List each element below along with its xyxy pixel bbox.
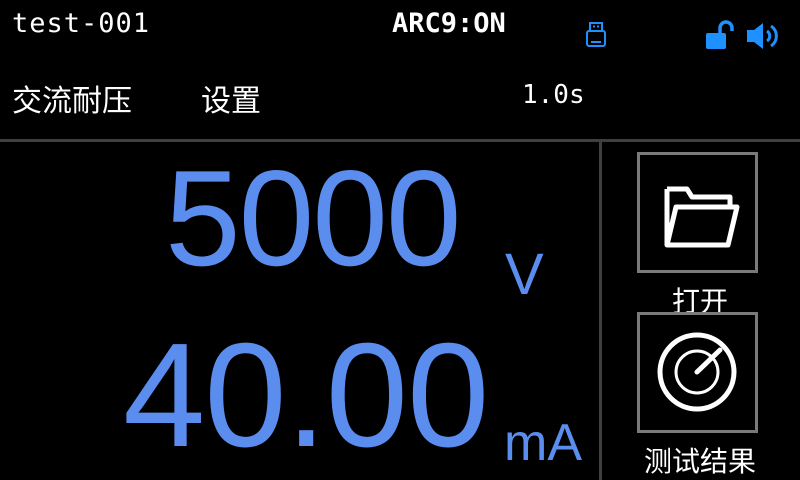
open-button[interactable]	[637, 152, 758, 273]
settings-label[interactable]: 设置	[201, 76, 261, 120]
current-unit: mA	[504, 414, 582, 472]
voltage-value: 5000	[165, 142, 462, 294]
test-mode: 交流耐压	[12, 84, 132, 119]
panel-divider	[599, 142, 602, 480]
unlock-icon[interactable]	[706, 20, 736, 50]
file-name: test-001	[12, 8, 151, 39]
speaker-icon[interactable]	[745, 20, 781, 52]
arc-status: ARC9:ON	[392, 8, 506, 39]
gauge-icon	[657, 332, 737, 412]
folder-icon	[664, 186, 740, 248]
test-time: 1.0s	[522, 80, 585, 110]
current-value: 40.00	[123, 313, 489, 478]
voltage-unit: V	[505, 242, 544, 307]
usb-icon	[586, 22, 606, 47]
test-result-label: 测试结果	[643, 445, 756, 478]
test-result-button[interactable]	[637, 312, 758, 433]
